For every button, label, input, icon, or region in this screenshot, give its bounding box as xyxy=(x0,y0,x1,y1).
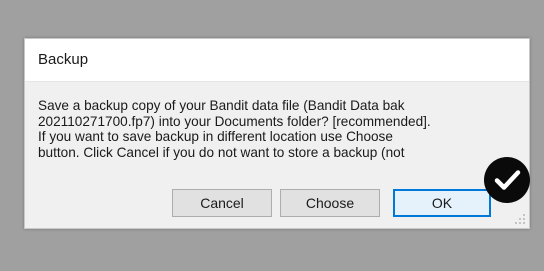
dialog-titlebar: Backup xyxy=(25,39,529,82)
dialog-message: Save a backup copy of your Bandit data f… xyxy=(38,98,524,160)
checkmark-badge xyxy=(484,157,530,203)
cancel-button[interactable]: Cancel xyxy=(172,189,272,217)
ok-button[interactable]: OK xyxy=(393,189,491,217)
choose-button[interactable]: Choose xyxy=(280,189,380,217)
message-line: 202110271700.fp7) into your Documents fo… xyxy=(38,113,431,129)
message-line: If you want to save backup in different … xyxy=(38,129,393,144)
message-line: button. Click Cancel if you do not want … xyxy=(38,144,405,160)
dialog-title: Backup xyxy=(38,51,89,68)
resize-grip-icon[interactable] xyxy=(514,213,526,225)
backup-dialog: Backup Save a backup copy of your Bandit… xyxy=(24,38,530,229)
message-line: Save a backup copy of your Bandit data f… xyxy=(38,98,405,113)
checkmark-icon xyxy=(494,170,521,190)
